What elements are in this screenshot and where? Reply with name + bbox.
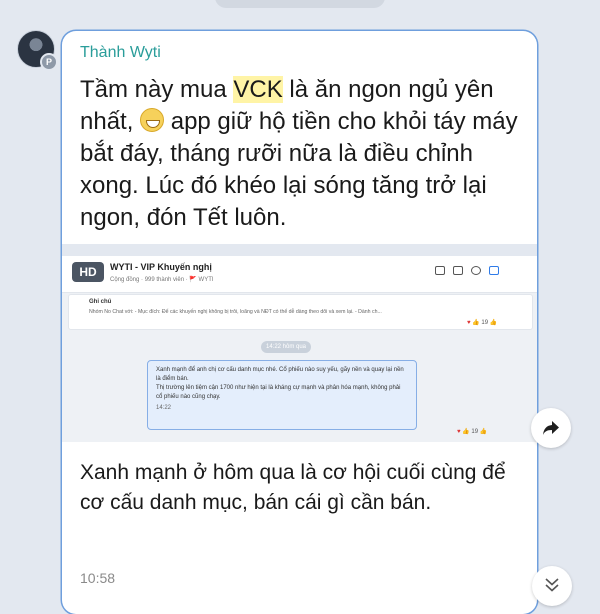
screenshot-group-title: WYTI - VIP Khuyến nghị: [110, 262, 212, 272]
sender-name[interactable]: Thành Wyti: [80, 44, 161, 62]
divider: [62, 244, 537, 256]
attached-screenshot[interactable]: HD WYTI - VIP Khuyến nghị Cộng đồng · 99…: [62, 256, 537, 442]
people-icon: [435, 266, 445, 275]
message-reactions: ♥ 👍 19 👍: [457, 429, 488, 435]
grinning-face-icon: [140, 108, 165, 132]
share-arrow-icon: [543, 421, 559, 435]
hd-badge: HD: [72, 262, 104, 282]
screenshot-group-subtitle: Cộng đồng · 999 thành viên · 🚩 WYTI: [110, 277, 214, 283]
double-chevron-down-icon: [545, 578, 559, 592]
stock-ticker-highlight[interactable]: VCK: [233, 76, 283, 103]
message-text-part: Tầm này mua: [80, 76, 234, 103]
note-reaction-count: 19: [481, 320, 489, 326]
screenshot-toolbar: [435, 266, 499, 275]
message-time: 10:58: [80, 570, 116, 586]
share-button[interactable]: [531, 408, 571, 448]
screenshot-message-time: 14:22: [156, 405, 172, 411]
screenshot-header: HD WYTI - VIP Khuyến nghị Cộng đồng · 99…: [62, 256, 537, 293]
message-reaction-count: 19: [471, 429, 479, 435]
note-title: Ghi chú: [89, 299, 112, 305]
screenshot-pinned-note: Ghi chú Nhóm No Chat với: - Mục đích: Để…: [68, 294, 533, 330]
screenshot-message-line: Xanh mạnh để anh chị cơ cấu danh mục nhé…: [156, 367, 404, 382]
avatar-badge: P: [40, 53, 58, 71]
message-text: Tầm này mua VCK là ăn ngon ngủ yên nhất,…: [80, 74, 520, 234]
top-handle: [215, 0, 385, 8]
video-icon: [453, 266, 463, 275]
message-caption: Xanh mạnh ở hôm qua là cơ hội cuối cùng …: [80, 461, 506, 514]
note-reactions: ♥ 👍 19 👍: [467, 320, 498, 326]
screenshot-message-line: Thị trường lên tiệm cận 1700 như hiện tạ…: [156, 385, 401, 400]
scroll-to-bottom-button[interactable]: [532, 566, 572, 606]
sidebar-icon: [489, 266, 499, 275]
note-body: Nhóm No Chat với: - Mục đích: Để các khu…: [89, 309, 382, 315]
screenshot-message: Xanh mạnh để anh chị cơ cấu danh mục nhé…: [147, 360, 417, 430]
screenshot-time-pill: 14:22 hôm qua: [261, 341, 311, 353]
search-icon: [471, 266, 481, 275]
